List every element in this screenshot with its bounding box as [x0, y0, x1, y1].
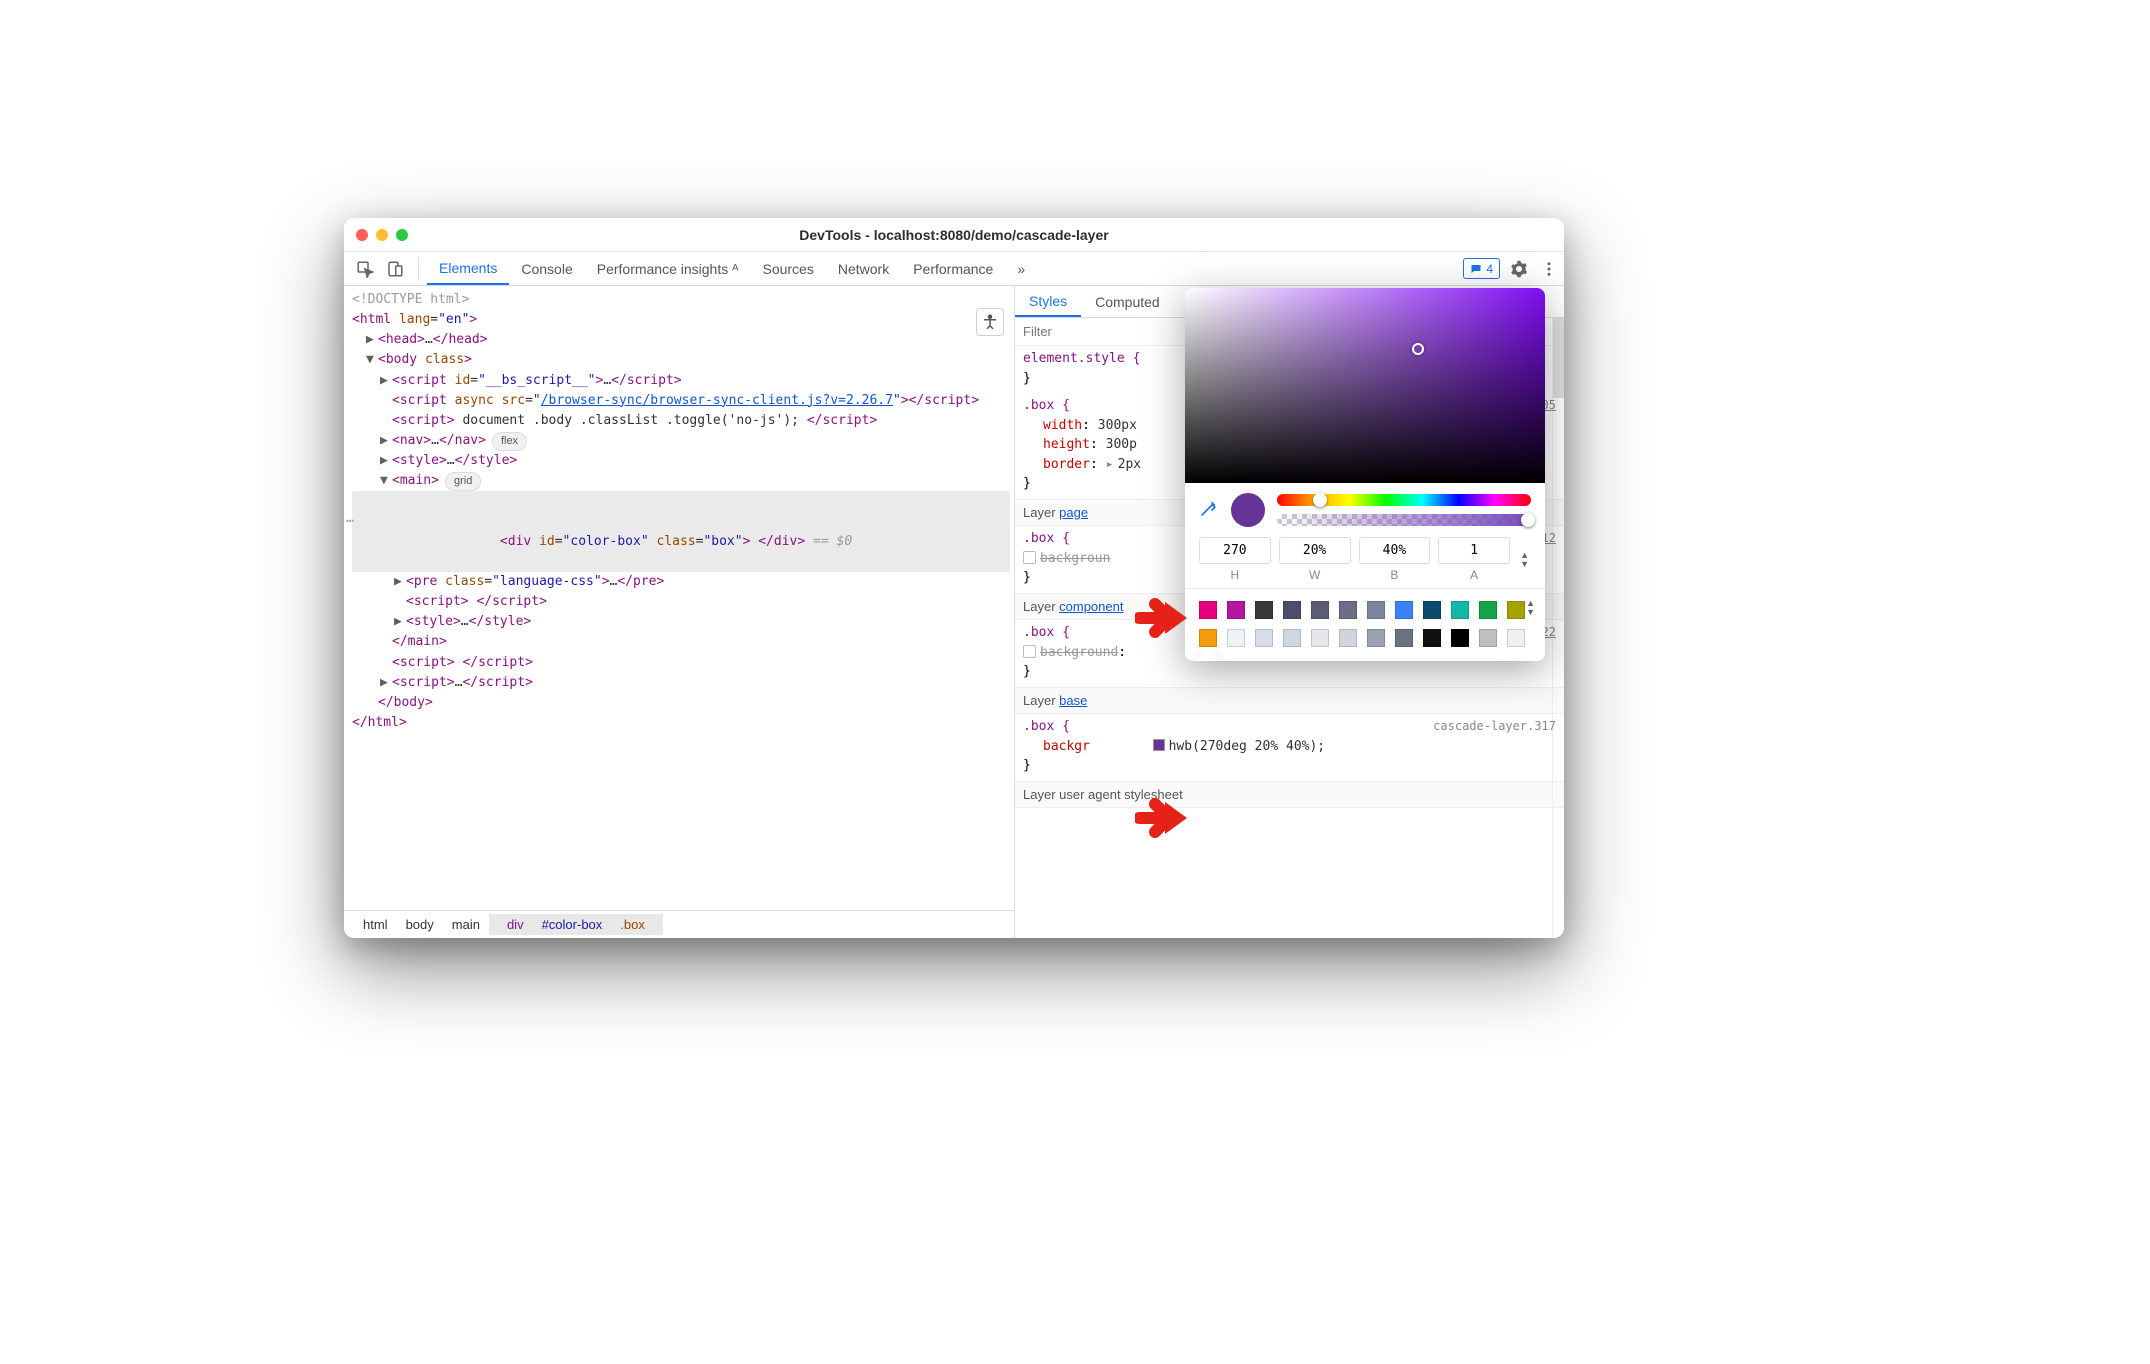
expand-icon[interactable]: ▶: [380, 371, 392, 391]
breadcrumb-item[interactable]: body: [397, 914, 443, 935]
palette-swatch[interactable]: [1283, 629, 1301, 647]
current-color-swatch: [1231, 493, 1265, 527]
expand-icon[interactable]: ▶: [380, 673, 392, 693]
palette-swatch[interactable]: [1339, 629, 1357, 647]
layer-link[interactable]: base: [1059, 693, 1087, 708]
palette-swatch[interactable]: [1311, 601, 1329, 619]
tab-console[interactable]: Console: [509, 252, 584, 285]
format-stepper[interactable]: ▲▼: [1518, 551, 1531, 569]
palette-swatch[interactable]: [1367, 629, 1385, 647]
palette-swatch[interactable]: [1451, 601, 1469, 619]
palette-swatch[interactable]: [1395, 629, 1413, 647]
tab-computed[interactable]: Computed: [1081, 286, 1174, 317]
alpha-slider[interactable]: [1277, 514, 1531, 526]
white-input[interactable]: [1279, 537, 1351, 564]
palette-swatch[interactable]: [1423, 601, 1441, 619]
alpha-input[interactable]: [1438, 537, 1510, 564]
tab-styles[interactable]: Styles: [1015, 286, 1081, 317]
script-src-link[interactable]: /browser-sync/browser-sync-client.js?v=2…: [541, 393, 893, 408]
maximize-icon[interactable]: [396, 229, 408, 241]
layer-link[interactable]: page: [1059, 505, 1088, 520]
palette: ▲▼: [1185, 588, 1545, 661]
main-toolbar: Elements Console Performance insights ᴬ …: [344, 252, 1564, 286]
window-title: DevTools - localhost:8080/demo/cascade-l…: [344, 227, 1564, 243]
breadcrumbs[interactable]: html body main div#color-box.box: [344, 910, 1014, 938]
palette-swatch[interactable]: [1255, 601, 1273, 619]
palette-swatch[interactable]: [1227, 601, 1245, 619]
property-checkbox[interactable]: [1023, 645, 1036, 658]
inspect-icon[interactable]: [350, 252, 380, 285]
titlebar: DevTools - localhost:8080/demo/cascade-l…: [344, 218, 1564, 252]
slider-thumb-icon[interactable]: [1313, 493, 1327, 507]
layer-ua-heading: Layer user agent stylesheet: [1015, 781, 1564, 809]
slider-thumb-icon[interactable]: [1521, 513, 1535, 527]
palette-swatch[interactable]: [1199, 601, 1217, 619]
expand-icon[interactable]: ▶: [380, 451, 392, 471]
source-link[interactable]: cascade-layer.317: [1433, 717, 1556, 735]
device-toggle-icon[interactable]: [380, 252, 410, 285]
breadcrumb-item[interactable]: main: [443, 914, 489, 935]
eyedropper-icon[interactable]: [1199, 498, 1219, 523]
hue-slider[interactable]: [1277, 494, 1531, 506]
window-controls[interactable]: [356, 229, 408, 241]
dom-tree[interactable]: <!DOCTYPE html> <html lang="en"> ▶<head>…: [344, 286, 1014, 910]
black-input[interactable]: [1359, 537, 1431, 564]
tab-performance[interactable]: Performance: [901, 252, 1005, 285]
color-swatch[interactable]: [1153, 739, 1165, 751]
sv-canvas[interactable]: [1185, 288, 1545, 483]
messages-count: 4: [1486, 262, 1493, 276]
minimize-icon[interactable]: [376, 229, 388, 241]
palette-swatch[interactable]: [1451, 629, 1469, 647]
palette-swatch[interactable]: [1283, 601, 1301, 619]
tab-perf-insights[interactable]: Performance insights ᴬ: [585, 252, 751, 285]
collapse-icon[interactable]: ▼: [366, 350, 378, 370]
palette-swatch[interactable]: [1507, 601, 1525, 619]
expand-icon[interactable]: ▶: [394, 612, 406, 632]
hue-input[interactable]: [1199, 537, 1271, 564]
sv-cursor-icon[interactable]: [1412, 343, 1424, 355]
breadcrumb-item[interactable]: html: [354, 914, 397, 935]
settings-icon[interactable]: [1504, 252, 1534, 285]
overflow-icon[interactable]: ⋯: [346, 512, 354, 532]
annotation-arrow-icon: [1135, 596, 1189, 640]
palette-swatch[interactable]: [1479, 601, 1497, 619]
palette-swatch[interactable]: [1367, 601, 1385, 619]
tabs-overflow-icon[interactable]: »: [1005, 252, 1037, 285]
breadcrumb-selected[interactable]: div#color-box.box: [489, 914, 663, 935]
layer-link[interactable]: component: [1059, 599, 1123, 614]
palette-swatch[interactable]: [1339, 601, 1357, 619]
tab-network[interactable]: Network: [826, 252, 901, 285]
expand-icon[interactable]: ▶: [394, 572, 406, 592]
tab-sources[interactable]: Sources: [750, 252, 825, 285]
expand-icon[interactable]: ▶: [366, 330, 378, 350]
collapse-icon[interactable]: ▼: [380, 471, 392, 491]
layout-pill[interactable]: grid: [445, 472, 481, 491]
kebab-icon[interactable]: [1534, 252, 1564, 285]
close-icon[interactable]: [356, 229, 368, 241]
palette-stepper[interactable]: ▲▼: [1524, 599, 1537, 617]
color-picker: H W B A ▲▼ ▲▼: [1185, 288, 1545, 661]
palette-swatch[interactable]: [1479, 629, 1497, 647]
palette-swatch[interactable]: [1311, 629, 1329, 647]
palette-swatch[interactable]: [1395, 601, 1413, 619]
accessibility-icon[interactable]: [976, 308, 1004, 336]
palette-swatch[interactable]: [1227, 629, 1245, 647]
property-checkbox[interactable]: [1023, 551, 1036, 564]
palette-swatch[interactable]: [1199, 629, 1217, 647]
annotation-arrow-icon: [1135, 796, 1189, 840]
tab-elements[interactable]: Elements: [427, 252, 509, 285]
palette-swatch[interactable]: [1507, 629, 1525, 647]
expand-icon[interactable]: ▶: [380, 431, 392, 451]
dom-doctype: <!DOCTYPE html>: [352, 290, 1010, 310]
palette-swatch[interactable]: [1255, 629, 1273, 647]
layout-pill[interactable]: flex: [492, 432, 527, 451]
palette-swatch[interactable]: [1423, 629, 1441, 647]
devtools-window: DevTools - localhost:8080/demo/cascade-l…: [344, 218, 1564, 938]
messages-badge[interactable]: 4: [1463, 258, 1500, 279]
